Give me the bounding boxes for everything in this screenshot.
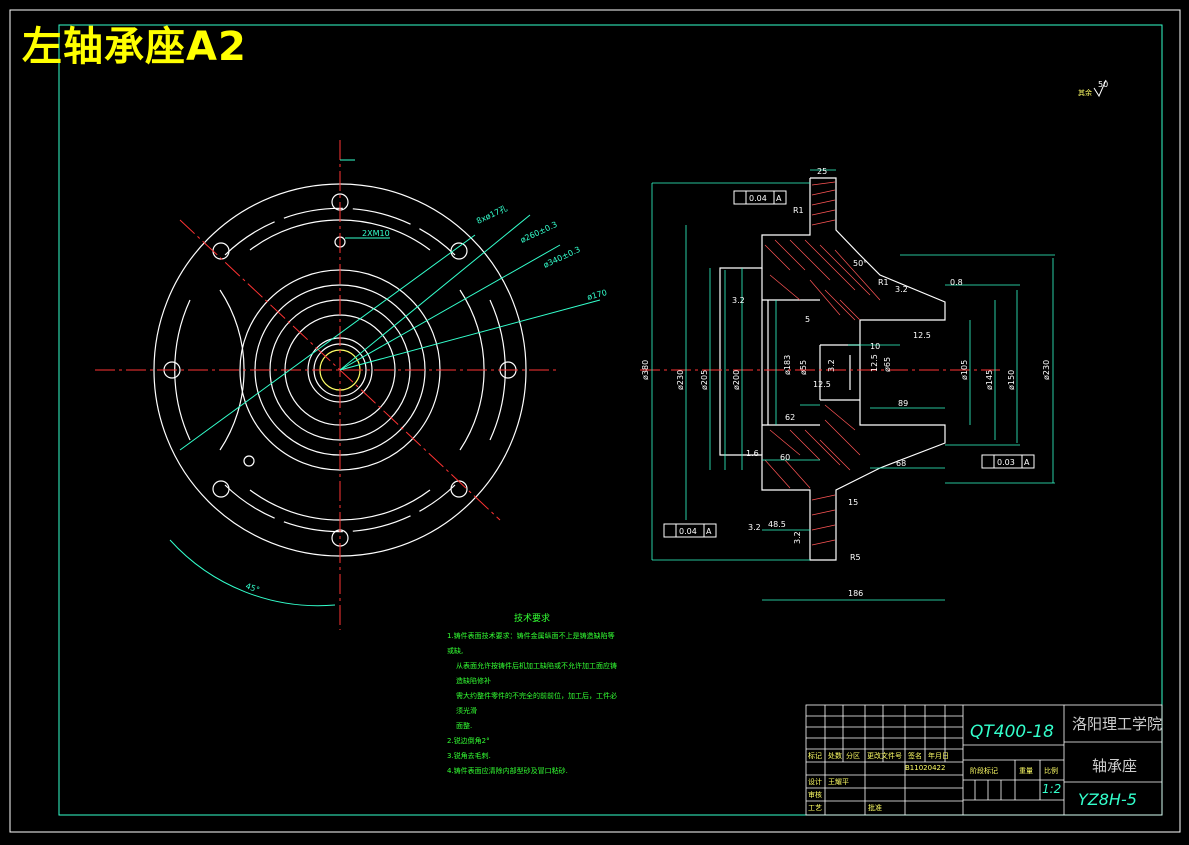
dim-3-2a: 3.2 — [895, 285, 908, 294]
tb-label-design: 设计 — [808, 778, 822, 786]
tb-label-review: 审核 — [808, 791, 822, 799]
school-name: 洛阳理工学院 — [1072, 715, 1163, 733]
tol-value-3: 0.04 — [679, 527, 697, 536]
dim-25: 25 — [817, 167, 827, 176]
tech-line: 2.锐边倒角2° — [447, 737, 490, 745]
dim-186: 186 — [848, 589, 863, 598]
drawing-title: 左轴承座A2 — [22, 24, 247, 70]
drawing-canvas: 2XM10 8xø17孔 ø260±0.3 ø340±0.3 ø170 45° — [0, 0, 1189, 841]
tech-line: 面整. — [456, 722, 473, 730]
dim-170: ø170 — [586, 288, 608, 302]
tb-label-weight: 重量 — [1019, 767, 1033, 775]
tb-label-scale: 比例 — [1044, 767, 1058, 775]
roughness-label: 其余 — [1078, 88, 1092, 97]
dim-145: ø145 — [985, 370, 994, 390]
dim-230a: ø230 — [676, 370, 685, 390]
dim-230b: ø230 — [1042, 360, 1051, 380]
tb-label-date: 年月日 — [928, 752, 949, 760]
dim-150: ø150 — [1007, 370, 1016, 390]
tol-value-2: 0.03 — [997, 458, 1015, 467]
dim-r1-top: R1 — [793, 206, 804, 215]
tb-label-stage: 阶段标记 — [970, 767, 998, 775]
part-name: 轴承座 — [1092, 757, 1138, 775]
dim-50deg: 50° — [853, 259, 867, 268]
material-label: QT400-18 — [970, 722, 1054, 742]
dim-205: ø205 — [700, 370, 709, 390]
dim-105: ø105 — [960, 360, 969, 380]
tech-line: 1.铸件表面技术要求：铸件金属纵面不上是铸造缺陷等或缺, — [447, 632, 615, 655]
tol-datum-3: A — [706, 527, 712, 536]
tech-requirements: 技术要求 1.铸件表面技术要求：铸件金属纵面不上是铸造缺陷等或缺, 从表面允许按… — [447, 612, 617, 779]
dim-55: ø55 — [799, 360, 808, 375]
tb-label-zone: 分区 — [846, 752, 860, 760]
tol-datum-1: A — [776, 194, 782, 203]
dim-r5: R5 — [850, 553, 861, 562]
dim-200: ø200 — [732, 370, 741, 390]
tech-heading: 技术要求 — [513, 614, 550, 624]
dim-2xm10: 2XM10 — [362, 229, 390, 238]
dim-65: ø65 — [883, 357, 892, 372]
front-dim-labels: 2XM10 8xø17孔 ø260±0.3 ø340±0.3 ø170 45° — [244, 204, 608, 595]
dim-340: ø340±0.3 — [542, 245, 582, 270]
dim-12-5c: 12.5 — [813, 380, 831, 389]
dim-62: 62 — [785, 413, 795, 422]
dim-48-5: 48.5 — [768, 520, 786, 529]
tech-line: 3.锐角去毛刺. — [447, 752, 491, 760]
dim-0-8: 0.8 — [950, 278, 963, 287]
tb-label-mark: 标记 — [808, 752, 822, 760]
dim-8xholes: 8xø17孔 — [475, 204, 509, 226]
tb-label-process: 工艺 — [808, 804, 822, 812]
tol-value-1: 0.04 — [749, 194, 767, 203]
dim-12-5b: 12.5 — [870, 354, 879, 372]
dim-3-2c: 3.2 — [827, 359, 836, 372]
roughness-note-mark: 其余 50 — [1078, 79, 1108, 98]
dim-15: 15 — [848, 498, 858, 507]
dim-5: 5 — [805, 315, 810, 324]
dim-89: 89 — [898, 399, 908, 408]
tolerance-labels: 0.04 A 0.03 A 0.04 A — [679, 194, 1030, 536]
dim-3-2e: 3.2 — [748, 523, 761, 532]
tb-label-approve: 批准 — [868, 804, 882, 812]
designer-name: 王耀平 — [828, 778, 849, 786]
drawing-number: YZ8H-5 — [1078, 790, 1137, 809]
tech-line: 从表面允许按铸件后机加工缺陷或不允许加工面应铸造缺陷修补 — [456, 662, 617, 685]
section-dim-lines — [651, 169, 1055, 601]
tol-datum-2: A — [1024, 458, 1030, 467]
dim-68: 68 — [896, 459, 906, 468]
dim-260: ø260±0.3 — [519, 220, 559, 245]
tb-label-docno: 更改文件号 — [867, 752, 902, 760]
tb-label-count: 处数 — [828, 752, 842, 760]
dim-r1: R1 — [878, 278, 889, 287]
tb-label-sign: 签名 — [908, 752, 922, 760]
dim-10: 10 — [870, 342, 880, 351]
tech-line: 需大约整件零件的不完全的前前位，加工后，工件必须光滑 — [456, 692, 617, 715]
tech-line: 4.铸件表面应清除内部型砂及冒口粘砂. — [447, 767, 568, 775]
dim-12-5a: 12.5 — [913, 331, 931, 340]
scale-value: 1:2 — [1042, 782, 1062, 796]
student-number: B11020422 — [905, 764, 946, 772]
dim-380: ø380 — [641, 360, 650, 380]
section-dim-labels: 25 R1 50° R1 3.2 0.8 3.2 5 ø380 ø230 ø20… — [641, 167, 1051, 598]
dim-183: ø183 — [783, 355, 792, 375]
dim-60: 60 — [780, 453, 790, 462]
dim-1-6: 1.6 — [746, 449, 759, 458]
dim-3-2d: 3.2 — [793, 531, 802, 544]
dim-3-2b: 3.2 — [732, 296, 745, 305]
